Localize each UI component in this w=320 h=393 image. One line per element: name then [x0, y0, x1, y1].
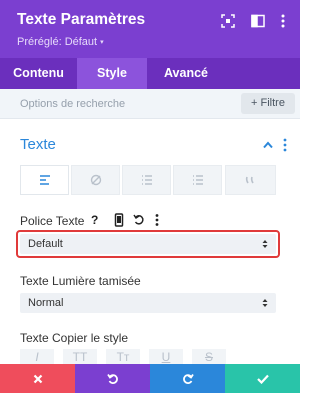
copier-style-label: Texte Copier le style [20, 331, 129, 345]
tab-style[interactable]: Style [77, 58, 147, 89]
list-bullets-icon [141, 175, 152, 185]
chevron-down-icon: ▾ [100, 39, 104, 46]
sidebar-layout-icon[interactable] [251, 14, 265, 28]
filter-button[interactable]: + Filtre [241, 93, 295, 114]
help-icon[interactable]: ? [91, 213, 103, 227]
align-left-button[interactable] [20, 165, 69, 195]
save-button[interactable] [225, 364, 300, 393]
settings-tabs: Contenu Style Avancé [0, 58, 300, 89]
settings-title: Texte Paramètres [17, 11, 146, 28]
align-none-button[interactable] [71, 165, 120, 195]
mobile-icon[interactable] [113, 213, 125, 227]
numbered-list-button[interactable] [173, 165, 222, 195]
quote-button[interactable] [225, 165, 276, 195]
redo-icon [182, 373, 194, 384]
preset-label: Préréglé: Défaut [17, 36, 98, 48]
text-style-buttons: I TT Tт U S [20, 349, 276, 365]
capitalize-button[interactable]: Tт [106, 349, 140, 365]
lumiere-select[interactable]: Normal [20, 293, 276, 313]
close-icon [33, 374, 42, 383]
undo-button[interactable] [75, 364, 150, 393]
underline-button[interactable]: U [149, 349, 183, 365]
select-arrows-icon [262, 299, 268, 307]
redo-button[interactable] [150, 364, 225, 393]
section-options-icon[interactable] [282, 138, 288, 152]
lumiere-value: Normal [28, 297, 64, 309]
section-title[interactable]: Texte [20, 136, 56, 153]
strikethrough-button[interactable]: S [192, 349, 226, 365]
lumiere-label: Texte Lumière tamisée [20, 274, 141, 288]
tab-avance[interactable]: Avancé [147, 58, 225, 89]
tab-contenu[interactable]: Contenu [0, 58, 77, 89]
bullet-list-button[interactable] [122, 165, 171, 195]
align-none-icon [90, 174, 101, 186]
reset-icon[interactable] [133, 213, 145, 227]
quote-icon [245, 176, 254, 184]
action-footer [0, 364, 300, 393]
settings-header: Texte Paramètres Préréglé: Défaut ▾ [0, 0, 300, 58]
field-options-icon[interactable] [154, 213, 160, 227]
select-arrows-icon [262, 240, 268, 248]
italic-button[interactable]: I [20, 349, 54, 365]
expand-icon[interactable] [221, 14, 235, 28]
chevron-up-icon[interactable] [263, 141, 273, 149]
cancel-button[interactable] [0, 364, 75, 393]
check-icon [256, 374, 269, 384]
search-input[interactable]: Options de recherche [20, 98, 125, 110]
preset-selector[interactable]: Préréglé: Défaut ▾ [17, 36, 104, 48]
search-bar: Options de recherche + Filtre [0, 89, 300, 119]
uppercase-button[interactable]: TT [63, 349, 97, 365]
police-texte-label: Police Texte [20, 214, 85, 228]
align-left-icon [39, 175, 50, 185]
list-numbers-icon [192, 175, 203, 185]
police-texte-value: Default [28, 238, 63, 250]
more-options-icon[interactable] [280, 14, 286, 28]
police-texte-select[interactable]: Default [20, 234, 276, 254]
text-format-buttons [20, 165, 276, 195]
undo-icon [106, 373, 118, 384]
